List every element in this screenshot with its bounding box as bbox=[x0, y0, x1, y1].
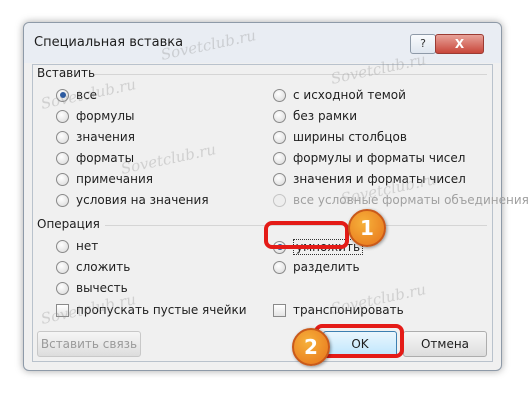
help-button[interactable]: ? bbox=[410, 34, 436, 54]
transpose-checkbox[interactable]: транспонировать bbox=[273, 303, 404, 317]
operation-group-label: Операция bbox=[37, 217, 100, 231]
paste-option-formulas-number-formats[interactable]: формулы и форматы чисел bbox=[273, 151, 465, 165]
radio-icon bbox=[56, 239, 69, 253]
radio-icon bbox=[273, 151, 286, 165]
radio-icon bbox=[56, 109, 69, 123]
paste-option-merge-conditional-formats: все условные форматы объединения bbox=[273, 193, 528, 207]
paste-option-no-borders[interactable]: без рамки bbox=[273, 109, 357, 123]
radio-icon bbox=[273, 193, 286, 207]
operation-option-subtract[interactable]: вычесть bbox=[56, 281, 128, 295]
paste-group-label: Вставить bbox=[37, 66, 96, 80]
paste-group-separator bbox=[95, 74, 487, 75]
radio-icon bbox=[273, 109, 286, 123]
dialog-title: Специальная вставка bbox=[34, 35, 184, 50]
dialog-body: Вставить все формулы значения форматы пр… bbox=[32, 64, 528, 362]
step-badge-2: 2 bbox=[292, 328, 330, 366]
cancel-button[interactable]: Отмена bbox=[403, 331, 487, 357]
option-label: все условные форматы объединения bbox=[293, 193, 528, 207]
radio-icon bbox=[56, 260, 69, 274]
radio-icon bbox=[56, 151, 69, 165]
radio-icon bbox=[56, 193, 69, 207]
checkbox-label: пропускать пустые ячейки bbox=[76, 303, 247, 317]
radio-icon bbox=[56, 281, 69, 295]
option-label: нет bbox=[76, 239, 99, 253]
paste-option-source-theme[interactable]: с исходной темой bbox=[273, 88, 406, 102]
radio-icon bbox=[56, 88, 69, 102]
operation-option-none[interactable]: нет bbox=[56, 239, 98, 253]
operation-option-add[interactable]: сложить bbox=[56, 260, 130, 274]
title-bar: Специальная вставка ? X bbox=[24, 23, 501, 63]
option-label: разделить bbox=[293, 260, 360, 274]
option-label: сложить bbox=[76, 260, 131, 274]
checkbox-icon bbox=[56, 303, 69, 317]
paste-option-values-number-formats[interactable]: значения и форматы чисел bbox=[273, 172, 466, 186]
option-label: форматы bbox=[76, 151, 135, 165]
checkbox-label: транспонировать bbox=[293, 303, 404, 317]
radio-icon bbox=[273, 260, 286, 274]
option-label: без рамки bbox=[293, 109, 358, 123]
paste-link-button[interactable]: Вставить связь bbox=[37, 331, 141, 357]
multiply-highlight-ring bbox=[264, 221, 349, 249]
option-label: значения и форматы чисел bbox=[293, 172, 466, 186]
option-label: все bbox=[76, 88, 98, 102]
paste-option-column-widths[interactable]: ширины столбцов bbox=[273, 130, 407, 144]
operation-option-divide[interactable]: разделить bbox=[273, 260, 360, 274]
paste-option-validation[interactable]: условия на значения bbox=[56, 193, 209, 207]
option-label: значения bbox=[76, 130, 135, 144]
paste-option-all[interactable]: все bbox=[56, 88, 97, 102]
option-label: формулы bbox=[76, 109, 135, 123]
option-label: примечания bbox=[76, 172, 154, 186]
option-label: с исходной темой bbox=[293, 88, 406, 102]
radio-icon bbox=[273, 130, 286, 144]
close-button[interactable]: X bbox=[435, 34, 484, 54]
radio-icon bbox=[273, 172, 286, 186]
checkbox-icon bbox=[273, 303, 286, 317]
radio-icon bbox=[56, 172, 69, 186]
paste-special-dialog: Специальная вставка ? X Вставить все фор… bbox=[23, 22, 528, 371]
radio-icon bbox=[56, 130, 69, 144]
radio-icon bbox=[273, 88, 286, 102]
option-label: ширины столбцов bbox=[293, 130, 407, 144]
option-label: условия на значения bbox=[76, 193, 209, 207]
option-label: формулы и форматы чисел bbox=[293, 151, 466, 165]
paste-option-formats[interactable]: форматы bbox=[56, 151, 134, 165]
skip-blanks-checkbox[interactable]: пропускать пустые ячейки bbox=[56, 303, 247, 317]
step-badge-1: 1 bbox=[348, 209, 386, 247]
option-label: вычесть bbox=[76, 281, 128, 295]
paste-option-values[interactable]: значения bbox=[56, 130, 135, 144]
paste-option-formulas[interactable]: формулы bbox=[56, 109, 135, 123]
paste-option-comments[interactable]: примечания bbox=[56, 172, 153, 186]
